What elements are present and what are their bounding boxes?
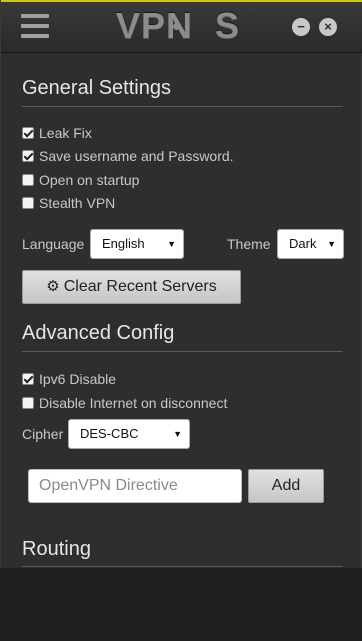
clear-recent-servers-label: Clear Recent Servers [63, 278, 217, 295]
language-label: Language [22, 236, 85, 252]
general-settings-divider [22, 106, 343, 107]
chevron-down-icon: ▼ [173, 429, 182, 439]
save-credentials-checkbox[interactable] [22, 150, 34, 162]
stealth-vpn-label: Stealth VPN [39, 195, 116, 211]
disable-internet-label: Disable Internet on disconnect [39, 395, 228, 411]
theme-select[interactable]: Dark ▼ [277, 229, 344, 259]
title-bar: VPN S − × [1, 0, 362, 53]
close-icon[interactable]: × [319, 18, 337, 36]
option-stealth-vpn[interactable]: Stealth VPN [22, 194, 115, 212]
language-value: English [102, 236, 145, 251]
theme-label: Theme [227, 236, 271, 252]
leak-fix-label: Leak Fix [39, 125, 92, 141]
save-credentials-label: Save username and Password. [39, 148, 234, 164]
open-on-startup-checkbox[interactable] [22, 174, 34, 186]
stealth-vpn-checkbox[interactable] [22, 197, 34, 209]
openvpn-directive-input[interactable] [28, 469, 242, 503]
routing-heading[interactable]: Routing [22, 538, 91, 561]
minimize-icon[interactable]: − [292, 18, 310, 36]
vpn-settings-window: VPN S − × General Settings Leak Fix Save … [0, 0, 362, 568]
chevron-down-icon: ▼ [327, 239, 336, 249]
disable-internet-checkbox[interactable] [22, 397, 34, 409]
theme-value: Dark [289, 236, 317, 251]
general-settings-heading: General Settings [22, 77, 171, 99]
cipher-select[interactable]: DES-CBC ▼ [68, 419, 190, 449]
advanced-config-heading: Advanced Config [22, 322, 175, 344]
app-title-left: VPN [115, 5, 193, 46]
ipv6-disable-label: Ipv6 Disable [39, 371, 117, 387]
gear-icon: ⚙ [46, 278, 60, 295]
app-title-right: S [215, 5, 241, 46]
add-directive-button[interactable]: Add [248, 469, 324, 503]
open-on-startup-label: Open on startup [39, 172, 140, 188]
cipher-value: DES-CBC [80, 426, 139, 441]
ipv6-disable-checkbox[interactable] [22, 373, 34, 385]
cipher-label: Cipher [22, 426, 64, 442]
clear-recent-servers-button[interactable]: ⚙ Clear Recent Servers [22, 270, 241, 304]
routing-divider [22, 566, 343, 567]
option-open-on-startup[interactable]: Open on startup [22, 171, 139, 189]
leak-fix-checkbox[interactable] [22, 127, 34, 139]
option-ipv6-disable[interactable]: Ipv6 Disable [22, 370, 116, 388]
hamburger-icon[interactable] [21, 14, 49, 38]
chevron-down-icon: ▼ [167, 239, 176, 249]
option-disable-internet[interactable]: Disable Internet on disconnect [22, 394, 227, 412]
option-save-credentials[interactable]: Save username and Password. [22, 147, 234, 165]
title-dot [173, 23, 180, 30]
option-leak-fix[interactable]: Leak Fix [22, 124, 92, 142]
advanced-config-divider [22, 351, 343, 352]
language-select[interactable]: English ▼ [90, 229, 184, 259]
